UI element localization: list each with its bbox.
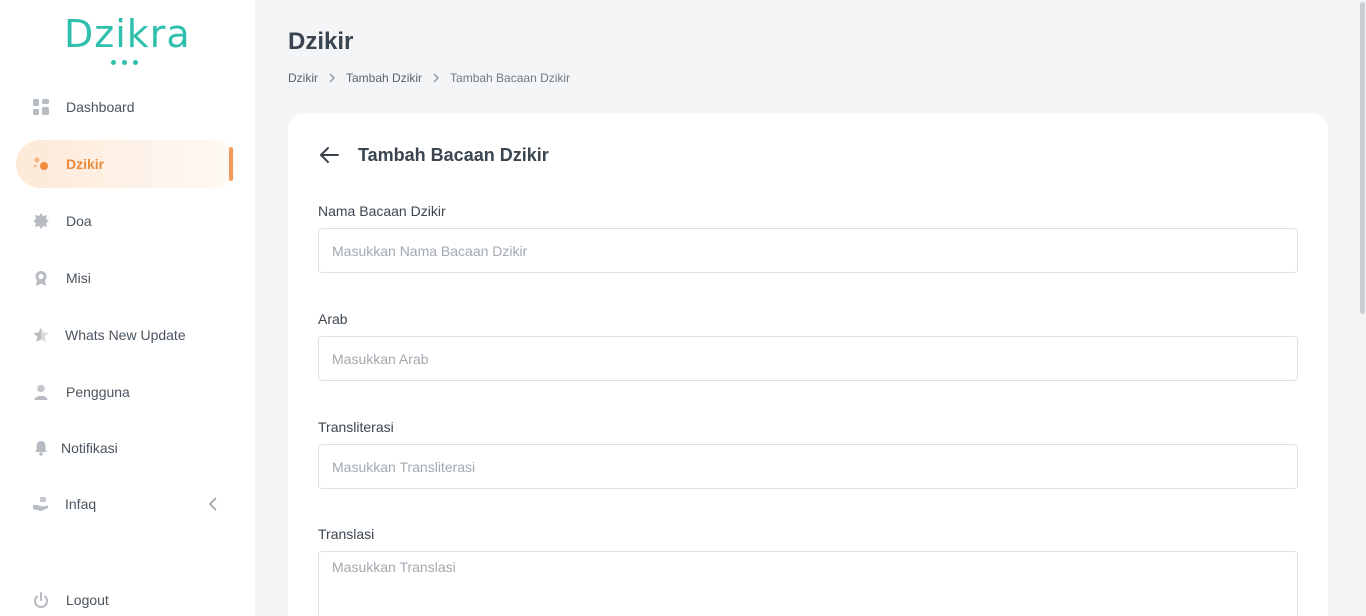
chevron-right-icon <box>327 73 337 83</box>
brand-name: Dzikra <box>64 12 191 56</box>
translasi-label: Translasi <box>318 526 375 542</box>
page-scrollbar[interactable] <box>1358 0 1366 616</box>
star-half-icon <box>32 326 50 344</box>
form-title: Tambah Bacaan Dzikir <box>358 145 549 165</box>
award-ribbon-icon <box>32 269 50 287</box>
sidebar-item-dzikir[interactable]: Dzikir <box>16 140 238 188</box>
logo-dots <box>111 60 138 65</box>
bell-icon <box>32 439 50 457</box>
breadcrumb-item-tambah-dzikir[interactable]: Tambah Dzikir <box>346 71 422 85</box>
sidebar-item-label: Pengguna <box>66 384 130 400</box>
sidebar-item-misi[interactable]: Misi <box>16 254 238 302</box>
hand-gift-icon <box>32 495 50 513</box>
nama-bacaan-label: Nama Bacaan Dzikir <box>318 203 446 219</box>
sidebar-item-notifikasi[interactable]: Notifikasi <box>16 424 238 472</box>
scrollbar-thumb[interactable] <box>1360 2 1365 314</box>
breadcrumb: Dzikir Tambah Dzikir Tambah Bacaan Dziki… <box>288 71 570 85</box>
user-icon <box>32 383 50 401</box>
active-indicator <box>229 147 233 181</box>
transliterasi-label: Transliterasi <box>318 419 394 435</box>
translasi-textarea[interactable] <box>318 551 1298 616</box>
chevron-left-icon[interactable] <box>206 496 222 512</box>
sidebar-item-label: Infaq <box>65 496 97 512</box>
sidebar-item-label: Whats New Update <box>65 327 186 343</box>
breadcrumb-item-dzikir[interactable]: Dzikir <box>288 71 318 85</box>
sidebar-item-infaq[interactable]: Infaq <box>16 480 238 528</box>
nama-bacaan-input[interactable] <box>318 228 1298 273</box>
sidebar: Dzikra Dashboard Dzikir Doa Misi Whats N… <box>0 0 255 616</box>
sidebar-item-label: Doa <box>66 213 92 229</box>
sidebar-item-whats-new-update[interactable]: Whats New Update <box>16 311 238 359</box>
arab-input[interactable] <box>318 336 1298 381</box>
sidebar-item-label: Dashboard <box>66 99 135 115</box>
sidebar-item-pengguna[interactable]: Pengguna <box>16 368 238 416</box>
sidebar-item-label: Misi <box>66 270 91 286</box>
sidebar-item-label: Notifikasi <box>61 440 118 456</box>
star-badge-icon <box>32 212 50 230</box>
dashboard-grid-icon <box>32 98 50 116</box>
transliterasi-input[interactable] <box>318 444 1298 489</box>
power-icon <box>32 591 50 609</box>
arab-label: Arab <box>318 311 348 327</box>
breadcrumb-item-current: Tambah Bacaan Dzikir <box>450 71 571 85</box>
form-card: Tambah Bacaan Dzikir Nama Bacaan Dzikir … <box>288 113 1328 616</box>
sidebar-item-label: Dzikir <box>66 156 105 172</box>
page-title: Dzikir <box>288 28 354 55</box>
sidebar-item-dashboard[interactable]: Dashboard <box>16 83 238 131</box>
chevron-right-icon <box>431 73 441 83</box>
logout-label: Logout <box>66 592 109 608</box>
back-arrow-icon[interactable] <box>318 145 342 165</box>
sidebar-item-doa[interactable]: Doa <box>16 197 238 245</box>
dzikir-beads-icon <box>32 155 50 173</box>
brand-logo[interactable]: Dzikra <box>64 12 194 70</box>
logout-button[interactable]: Logout <box>16 576 238 616</box>
